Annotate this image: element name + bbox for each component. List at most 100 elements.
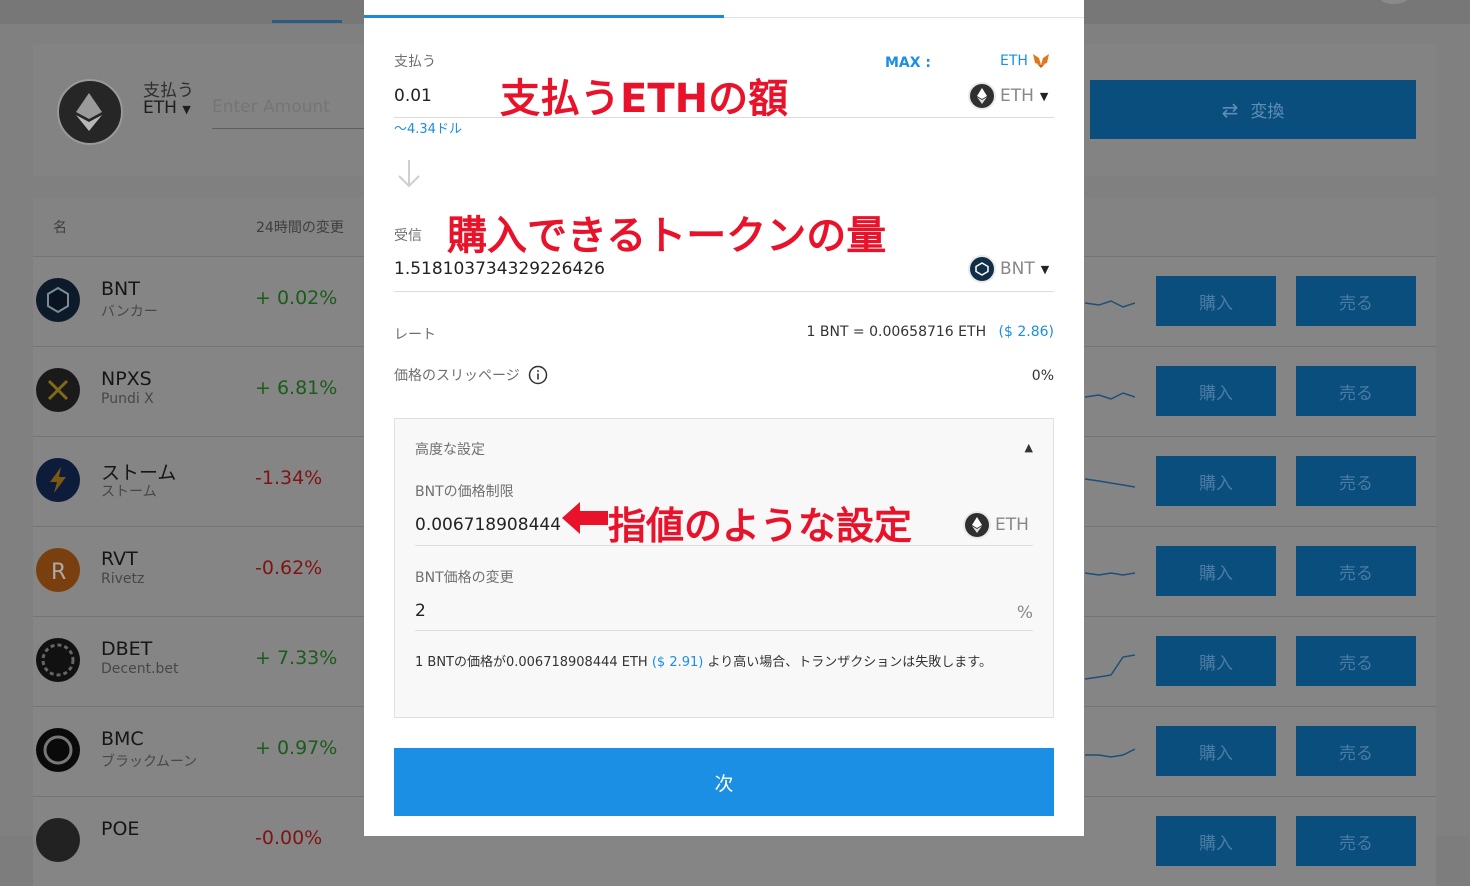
pay-usd-equivalent: ～4.34ドル: [394, 122, 462, 137]
note-text-part2: より高い場合、トランザクションは失敗します。: [707, 655, 992, 670]
sell-button[interactable]: 売る: [1296, 636, 1416, 686]
slippage-row: 価格のスリッページ: [394, 365, 548, 385]
info-icon[interactable]: [528, 365, 548, 385]
price-change-input[interactable]: 2: [415, 601, 426, 621]
pay-token-select[interactable]: ETH ▼: [143, 98, 191, 118]
rate-label: レート: [394, 327, 436, 343]
sparkline: [1085, 748, 1135, 758]
price-change: + 7.33%: [255, 647, 338, 669]
pay-token-label: ETH: [1000, 86, 1034, 106]
tab-divider: [724, 17, 1084, 18]
sparkline: [1085, 654, 1135, 680]
tab-active-indicator[interactable]: [364, 15, 724, 18]
token-name: ブラックムーン: [101, 754, 198, 770]
price-limit-input[interactable]: 0.006718908444: [415, 515, 561, 535]
sell-button[interactable]: 売る: [1296, 456, 1416, 506]
trade-modal: 支払う MAX : ETH 0.01 ETH ▼ ～4.34ドル 受信 1.51…: [364, 0, 1084, 836]
price-limit-token: ETH: [965, 513, 1029, 537]
receive-token-select[interactable]: BNT ▼: [970, 257, 1049, 281]
poe-token-icon: [36, 818, 80, 862]
price-change: + 0.97%: [255, 737, 338, 759]
slippage-value: 0%: [1031, 368, 1054, 384]
chevron-down-icon: ▼: [182, 103, 191, 116]
max-balance: ETH: [1000, 53, 1050, 69]
pay-token-label: ETH: [143, 98, 177, 118]
annotation-pay-amount: 支払うETHの額: [500, 76, 789, 122]
sell-button[interactable]: 売る: [1296, 816, 1416, 866]
token-name: Decent.bet: [101, 661, 179, 677]
convert-button[interactable]: ⇄ 変換: [1090, 80, 1416, 139]
token-symbol: BMC: [101, 728, 144, 750]
sell-button[interactable]: 売る: [1296, 546, 1416, 596]
annotation-receive-amount: 購入できるトークンの量: [447, 213, 887, 259]
metamask-fox-icon: [1032, 54, 1049, 68]
pay-label: 支払う: [394, 54, 436, 70]
percent-unit: %: [1016, 603, 1033, 623]
bmc-token-icon: [36, 728, 80, 772]
token-symbol: POE: [101, 818, 140, 840]
convert-label: 変換: [1250, 102, 1285, 122]
svg-text:R: R: [51, 560, 66, 585]
token-name: ストーム: [101, 484, 157, 500]
eth-token-icon: [57, 79, 123, 145]
sell-button[interactable]: 売る: [1296, 276, 1416, 326]
profile-icon[interactable]: [1380, 0, 1408, 4]
token-symbol: NPXS: [101, 368, 152, 390]
advanced-settings-title[interactable]: 高度な設定: [415, 439, 485, 459]
buy-button[interactable]: 購入: [1156, 276, 1276, 326]
price-change-label: BNT価格の変更: [415, 570, 514, 586]
storm-token-icon: [36, 458, 80, 502]
rate-value: 1 BNT = 0.00658716 ETH: [806, 324, 987, 340]
price-limit-token-label: ETH: [995, 515, 1029, 535]
sell-button[interactable]: 売る: [1296, 366, 1416, 416]
column-header-change: 24時間の変更: [256, 220, 344, 236]
note-text-part1: 1 BNTの価格が0.006718908444 ETH: [415, 655, 648, 670]
bnt-token-icon: [970, 257, 994, 281]
swap-icon: ⇄: [1221, 97, 1239, 122]
receive-underline: [394, 291, 1054, 292]
buy-button[interactable]: 購入: [1156, 366, 1276, 416]
buy-button[interactable]: 購入: [1156, 816, 1276, 866]
column-header-name: 名: [53, 220, 67, 236]
price-change: -0.00%: [255, 827, 323, 849]
buy-button[interactable]: 購入: [1156, 456, 1276, 506]
sell-button[interactable]: 売る: [1296, 726, 1416, 776]
token-name: Pundi X: [101, 391, 154, 407]
chevron-down-icon: ▼: [1039, 89, 1049, 103]
annotation-limit-order: 指値のような設定: [608, 504, 913, 548]
rvt-token-icon: R: [36, 548, 80, 592]
next-button[interactable]: 次: [394, 748, 1054, 816]
buy-button[interactable]: 購入: [1156, 636, 1276, 686]
sparkline: [1085, 572, 1135, 576]
amount-underline: [212, 128, 364, 129]
rate-value-group: 1 BNT = 0.00658716 ETH ($ 2.86): [806, 324, 1054, 340]
price-limit-note: 1 BNTの価格が0.006718908444 ETH ($ 2.91) より高…: [415, 651, 1035, 674]
token-name: バンカー: [101, 304, 158, 320]
price-limit-label: BNTの価格制限: [415, 484, 514, 500]
max-button[interactable]: MAX :: [885, 55, 931, 71]
amount-input[interactable]: [212, 97, 362, 117]
advanced-settings-panel: 高度な設定 ▲ BNTの価格制限 0.006718908444 ETH BNT価…: [394, 418, 1054, 718]
ethereum-icon: [76, 93, 102, 131]
note-usd: ($ 2.91): [651, 655, 704, 670]
price-change-underline: [415, 630, 1033, 631]
token-symbol: RVT: [101, 548, 138, 570]
active-nav-underline: [272, 20, 342, 23]
price-change: -0.62%: [255, 557, 323, 579]
dbet-token-icon: [36, 638, 80, 682]
receive-amount-value[interactable]: 1.518103734329226426: [394, 259, 605, 279]
sparkline: [1085, 392, 1135, 400]
ethereum-icon: [970, 84, 994, 108]
chevron-up-icon[interactable]: ▲: [1025, 441, 1033, 454]
token-symbol: DBET: [101, 638, 153, 660]
rate-usd: ($ 2.86): [998, 324, 1054, 340]
pay-token-select[interactable]: ETH ▼: [970, 84, 1048, 108]
price-change: -1.34%: [255, 467, 323, 489]
price-change: + 6.81%: [255, 377, 338, 399]
buy-button[interactable]: 購入: [1156, 546, 1276, 596]
ethereum-icon: [965, 513, 989, 537]
sparkline: [1085, 478, 1135, 488]
receive-label: 受信: [394, 228, 422, 244]
buy-button[interactable]: 購入: [1156, 726, 1276, 776]
pay-amount-value[interactable]: 0.01: [394, 86, 432, 106]
